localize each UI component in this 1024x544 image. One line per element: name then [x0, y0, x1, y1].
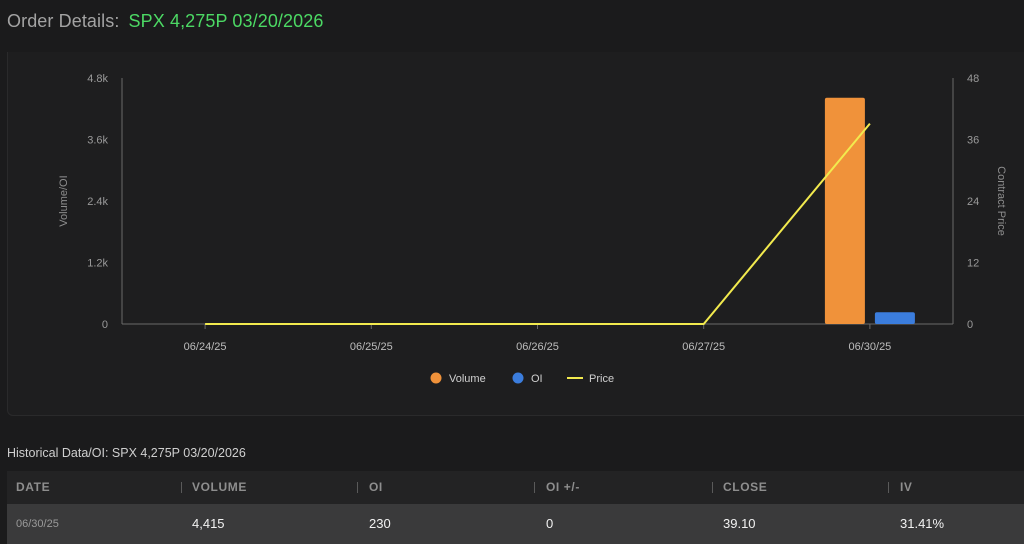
x-tick-label: 06/24/25	[184, 341, 227, 353]
order-symbol: SPX 4,275P 03/20/2026	[128, 11, 324, 31]
table-header: DATE VOLUME OI OI +/- CLOSE IV	[7, 471, 1024, 504]
column-divider[interactable]	[712, 482, 713, 493]
legend-volume-swatch	[430, 372, 442, 384]
legend-oi-label: OI	[531, 373, 543, 385]
y-tick-label: 4.8k	[87, 73, 108, 85]
order-details-header: Order Details: SPX 4,275P 03/20/2026	[7, 11, 323, 32]
legend-price-label: Price	[589, 373, 614, 385]
cell-oi-change: 0	[546, 516, 554, 531]
historical-data-title: Historical Data/OI: SPX 4,275P 03/20/202…	[7, 446, 246, 460]
column-header-close[interactable]: CLOSE	[723, 471, 767, 504]
cell-date: 06/30/25	[16, 518, 59, 530]
historical-data-table: DATE VOLUME OI OI +/- CLOSE IV 06/30/25 …	[7, 471, 1024, 544]
y-axis-title: Volume/OI	[58, 175, 70, 226]
column-divider[interactable]	[181, 482, 182, 493]
legend-oi-swatch	[512, 372, 524, 384]
price-line	[205, 122, 871, 325]
cell-volume: 4,415	[192, 516, 225, 531]
bar-oi-06-30-25	[874, 312, 915, 324]
y2-tick-label: 36	[967, 135, 979, 147]
cell-oi: 230	[369, 516, 391, 531]
x-tick-label: 06/26/25	[516, 341, 559, 353]
column-divider[interactable]	[534, 482, 535, 493]
column-divider[interactable]	[357, 482, 358, 493]
column-header-volume[interactable]: VOLUME	[192, 471, 247, 504]
chart-panel: 0 1.2k 2.4k 3.6k 4.8k 0 12 24 36 48 06/24/25 06/25/…	[7, 52, 1024, 416]
column-header-date[interactable]: DATE	[16, 471, 50, 504]
y2-tick-label: 0	[967, 319, 973, 331]
y-tick-label: 2.4k	[87, 196, 108, 208]
x-tick-label: 06/30/25	[848, 341, 891, 353]
y2-tick-label: 12	[967, 258, 979, 270]
table-row[interactable]: 06/30/25 4,415 230 0 39.10 31.41%	[7, 504, 1024, 544]
y2-tick-label: 24	[967, 196, 979, 208]
column-divider[interactable]	[888, 482, 889, 493]
cell-close: 39.10	[723, 516, 756, 531]
volume-oi-price-chart: 0 1.2k 2.4k 3.6k 4.8k 0 12 24 36 48 06/24/25 06/25/…	[58, 73, 1007, 385]
y-tick-label: 0	[102, 319, 108, 331]
y-tick-label: 3.6k	[87, 135, 108, 147]
y2-tick-label: 48	[967, 73, 979, 85]
cell-iv: 31.41%	[900, 516, 945, 531]
order-details-label: Order Details:	[7, 11, 120, 31]
x-tick-label: 06/27/25	[682, 341, 725, 353]
legend-volume-label: Volume	[449, 373, 486, 385]
y2-axis-title: Contract Price	[995, 166, 1007, 236]
y-tick-label: 1.2k	[87, 258, 108, 270]
column-header-iv[interactable]: IV	[900, 471, 913, 504]
column-header-oi[interactable]: OI	[369, 471, 383, 504]
bar-volume-06-30-25	[824, 97, 865, 324]
column-header-oi-change[interactable]: OI +/-	[546, 471, 580, 504]
x-tick-label: 06/25/25	[350, 341, 393, 353]
